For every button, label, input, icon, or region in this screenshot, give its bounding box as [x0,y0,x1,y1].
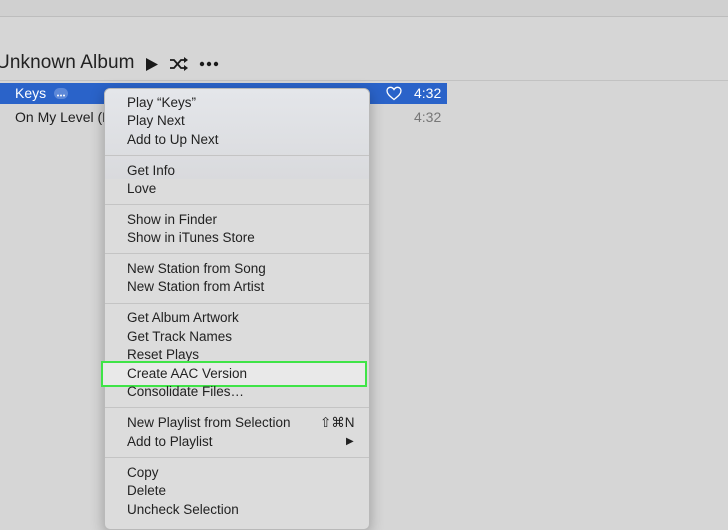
menu-separator [105,253,369,254]
more-icon[interactable] [199,54,219,74]
track-name: On My Level (F [15,109,111,125]
menu-item-play-keys[interactable]: Play “Keys” [127,94,196,112]
menu-item-show-in-finder[interactable]: Show in Finder [127,211,217,229]
shuffle-icon[interactable] [169,54,189,74]
menu-item-get-track-names[interactable]: Get Track Names [127,328,232,346]
top-bar [0,0,728,17]
menu-item-get-album-artwork[interactable]: Get Album Artwork [127,309,239,327]
menu-item-play-next[interactable]: Play Next [127,112,185,130]
highlight-box [101,361,367,387]
header-divider [0,80,728,81]
track-time: 4:32 [414,109,442,125]
menu-item-show-in-itunes-store[interactable]: Show in iTunes Store [127,229,255,247]
track-name: Keys [15,85,47,101]
play-icon[interactable] [145,54,159,74]
album-controls [145,54,219,74]
menu-separator [105,303,369,304]
menu-item-new-station-from-artist[interactable]: New Station from Artist [127,278,264,296]
menu-item-love[interactable]: Love [127,180,156,198]
menu-separator [105,155,369,156]
album-title: Unknown Album [0,52,135,73]
track-time: 4:32 [414,85,442,101]
context-menu: Play “Keys” Play Next Add to Up Next Get… [104,88,370,530]
heart-icon[interactable] [386,86,402,101]
menu-item-get-info[interactable]: Get Info [127,162,175,180]
menu-separator [105,204,369,205]
menu-item-new-station-from-song[interactable]: New Station from Song [127,260,266,278]
menu-item-add-to-up-next[interactable]: Add to Up Next [127,131,219,149]
track-more-icon[interactable] [54,88,68,99]
